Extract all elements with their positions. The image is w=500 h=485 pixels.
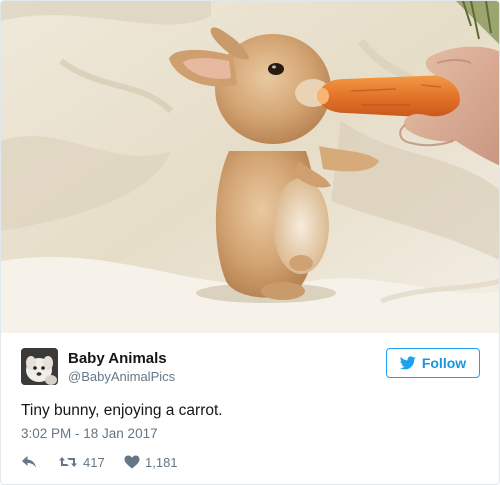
author-handle[interactable]: @BabyAnimalPics — [68, 369, 175, 384]
tweet-photo[interactable] — [1, 1, 499, 333]
like-button[interactable]: 1,181 — [124, 453, 178, 471]
follow-button[interactable]: Follow — [386, 348, 480, 378]
reply-button[interactable] — [21, 453, 37, 471]
reply-arrow-icon — [22, 456, 36, 468]
embedded-tweet-card: Baby Animals @BabyAnimalPics Follow Tiny… — [0, 0, 500, 485]
bunny-carrot-photo — [1, 1, 499, 333]
heart-icon — [124, 455, 140, 469]
author-name[interactable]: Baby Animals — [68, 350, 167, 367]
like-count: 1,181 — [145, 454, 178, 470]
retweet-button[interactable]: 417 — [58, 453, 105, 471]
retweet-count: 417 — [83, 454, 105, 470]
author-avatar[interactable] — [21, 348, 58, 385]
follow-label: Follow — [421, 355, 467, 371]
tweet-timestamp[interactable]: 3:02 PM - 18 Jan 2017 — [21, 426, 158, 441]
tweet-text: Tiny bunny, enjoying a carrot. — [21, 402, 223, 419]
twitter-bird-icon — [399, 356, 416, 370]
retweet-icon — [59, 457, 77, 467]
puppy-avatar-icon — [21, 348, 58, 385]
